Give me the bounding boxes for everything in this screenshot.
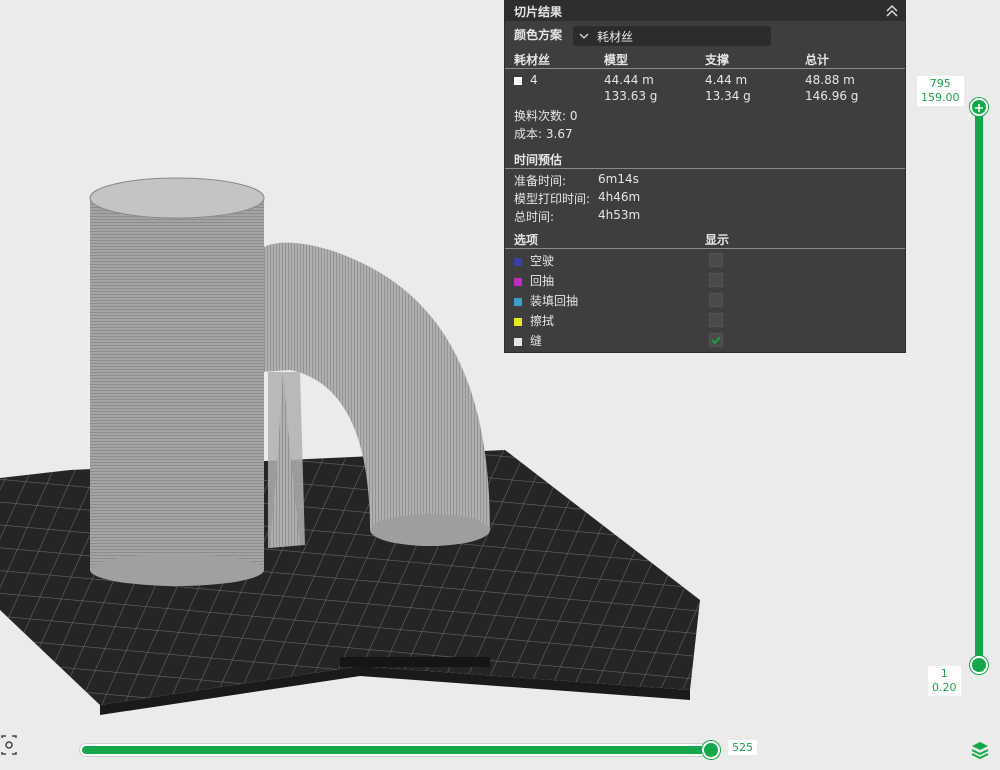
panel-title: 切片结果: [514, 4, 563, 19]
option-display-checkbox[interactable]: [709, 273, 723, 287]
filament-id-cell: 4: [514, 72, 538, 88]
option-display-checkbox[interactable]: [709, 253, 723, 267]
divider: [505, 248, 905, 249]
total-time-value: 4h53m: [598, 208, 641, 222]
options-title: 选项: [514, 233, 539, 247]
plus-icon: [975, 104, 983, 112]
option-color-swatch: [514, 297, 522, 306]
chevron-down-icon: [579, 33, 589, 39]
move-slider-value: 525: [728, 740, 757, 755]
filament-changes: 换料次数: 0: [514, 109, 578, 123]
prep-time-label: 准备时间:: [514, 174, 567, 188]
color-scheme-dropdown[interactable]: 耗材丝: [573, 26, 771, 46]
move-slider-track[interactable]: [80, 744, 720, 756]
filament-color-swatch: [514, 76, 522, 85]
option-row: 回抽: [514, 272, 554, 289]
move-slider-handle[interactable]: [702, 741, 720, 759]
model-time-value: 4h46m: [598, 190, 641, 204]
fit-view-icon[interactable]: [0, 734, 18, 756]
model-usage-cell: 44.44 m 133.63 g: [604, 73, 658, 103]
double-chevron-up-icon[interactable]: [885, 4, 899, 18]
arch-model: [250, 242, 490, 548]
top-layer-handle[interactable]: [970, 98, 988, 116]
option-display-checkbox[interactable]: [709, 293, 723, 307]
cylinder-model: [89, 177, 265, 586]
prep-time-value: 6m14s: [598, 172, 639, 186]
top-layer-badge: 795 159.00: [917, 76, 964, 106]
option-color-swatch: [514, 257, 522, 266]
header-support: 支撑: [705, 53, 730, 67]
checkmark-icon: [711, 336, 721, 345]
option-display-checkbox[interactable]: [709, 333, 723, 347]
header-filament: 耗材丝: [514, 53, 551, 67]
header-total: 总计: [805, 53, 830, 67]
option-color-swatch: [514, 277, 522, 286]
option-label: 回抽: [530, 274, 555, 288]
model-time-label: 模型打印时间:: [514, 192, 591, 206]
option-row: 装填回抽: [514, 292, 578, 309]
divider: [505, 168, 905, 169]
bottom-layer-badge: 1 0.20: [928, 666, 961, 696]
display-title: 显示: [705, 233, 730, 247]
divider: [505, 68, 905, 69]
header-model: 模型: [604, 53, 629, 67]
time-estimate-title: 时间预估: [514, 153, 563, 167]
option-label: 缝: [530, 334, 543, 348]
option-row: 空驶: [514, 252, 554, 269]
layer-slider-track[interactable]: [975, 108, 983, 666]
option-display-checkbox[interactable]: [709, 313, 723, 327]
option-label: 装填回抽: [530, 294, 579, 308]
option-row: 缝: [514, 332, 542, 349]
option-label: 空驶: [530, 254, 555, 268]
total-usage-cell: 48.88 m 146.96 g: [805, 73, 859, 103]
option-label: 擦拭: [530, 314, 555, 328]
option-color-swatch: [514, 317, 522, 326]
bottom-layer-handle[interactable]: [970, 656, 988, 674]
cost: 成本: 3.67: [514, 127, 573, 141]
layers-icon[interactable]: [970, 740, 990, 760]
color-scheme-value: 耗材丝: [597, 29, 634, 44]
support-usage-cell: 4.44 m 13.34 g: [705, 73, 751, 103]
color-scheme-label: 颜色方案: [514, 28, 563, 42]
option-row: 擦拭: [514, 312, 554, 329]
option-color-swatch: [514, 337, 522, 346]
slice-result-panel: 切片结果 颜色方案 耗材丝 耗材丝 模型 支撑 总计 4 44.44 m 133…: [504, 0, 906, 353]
panel-header: 切片结果: [505, 1, 905, 21]
total-time-label: 总时间:: [514, 210, 555, 224]
